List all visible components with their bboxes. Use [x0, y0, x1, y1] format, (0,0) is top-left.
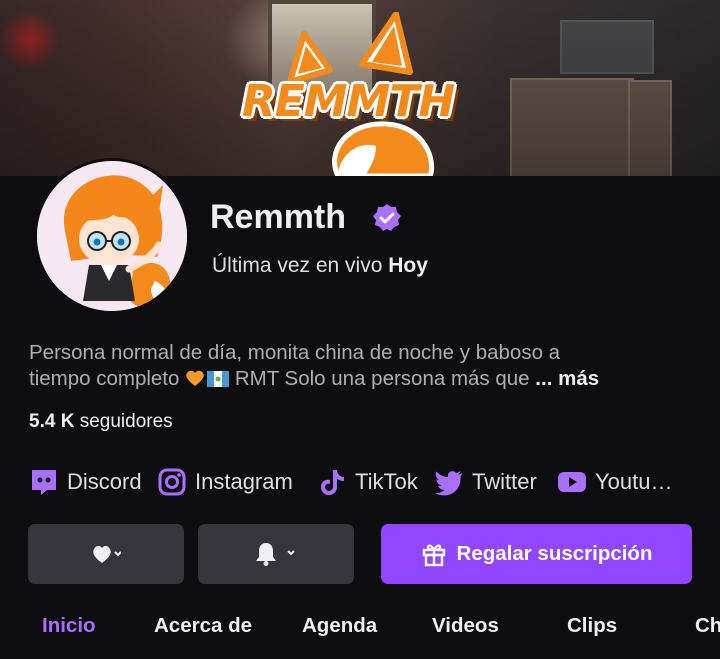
social-label-instagram: Instagram [195, 469, 293, 494]
social-link-twitter[interactable]: Twitter [434, 464, 537, 500]
instagram-icon [158, 468, 186, 496]
gift-subscription-button[interactable]: Regalar suscripción [381, 524, 692, 584]
social-link-discord[interactable]: Discord [29, 464, 142, 500]
social-link-tiktok[interactable]: TikTok [317, 464, 418, 500]
twitter-icon [435, 471, 462, 496]
social-link-instagram[interactable]: Instagram [157, 464, 293, 500]
followers-number: 5.4 K [29, 411, 75, 432]
channel-bio: Persona normal de día, monita china de n… [29, 340, 689, 392]
last-live-label: Última vez en vivo [212, 254, 383, 277]
guatemala-flag-icon [207, 371, 230, 387]
tab-chat[interactable]: Ch [695, 614, 720, 638]
tab-videos[interactable]: Videos [432, 614, 499, 638]
bio-line-1: Persona normal de día, monita china de n… [29, 341, 561, 364]
followers-label: seguidores [79, 411, 173, 432]
bell-icon [256, 543, 295, 566]
social-label-discord: Discord [67, 469, 142, 494]
social-label-youtube: Youtu… [595, 469, 673, 494]
follow-button[interactable] [28, 524, 184, 584]
bio-line-2-end: RMT Solo una persona más que [234, 367, 530, 390]
avatar[interactable] [34, 158, 190, 314]
tab-agenda[interactable]: Agenda [302, 614, 377, 638]
channel-banner: REMMTH [0, 0, 720, 176]
avatar-illustration [37, 161, 187, 311]
channel-name[interactable]: Remmth [210, 198, 346, 237]
tab-inicio[interactable]: Inicio [42, 614, 96, 638]
tab-clips[interactable]: Clips [567, 614, 617, 638]
youtube-icon [558, 472, 586, 492]
bio-line-2: tiempo completo [29, 367, 180, 390]
channel-logo: REMMTH [226, 11, 466, 176]
bio-more-link[interactable]: más [558, 367, 599, 390]
tiktok-icon [321, 470, 344, 495]
tab-acerca-de[interactable]: Acerca de [154, 614, 252, 638]
bio-ellipsis: ... [535, 367, 553, 390]
last-live-status: Última vez en vivo Hoy [212, 254, 428, 278]
heart-icon [93, 545, 121, 563]
social-links: Discord Instagram TikTok Twitter Youtu… [29, 464, 720, 500]
gift-subscription-label: Regalar suscripción [456, 542, 653, 565]
social-label-tiktok: TikTok [355, 469, 418, 494]
orange-heart-icon [186, 370, 204, 386]
gift-icon [422, 544, 445, 567]
verified-badge-icon [373, 204, 401, 231]
discord-icon [32, 470, 56, 495]
notifications-button[interactable] [198, 524, 354, 584]
social-link-youtube[interactable]: Youtu… [557, 464, 672, 500]
last-live-value: Hoy [388, 254, 428, 277]
followers-count: 5.4 K seguidores [29, 411, 173, 433]
social-label-twitter: Twitter [472, 469, 537, 494]
logo-text: REMMTH [241, 76, 455, 127]
channel-tabs: Inicio Acerca de Agenda Videos Clips Ch [0, 614, 720, 648]
